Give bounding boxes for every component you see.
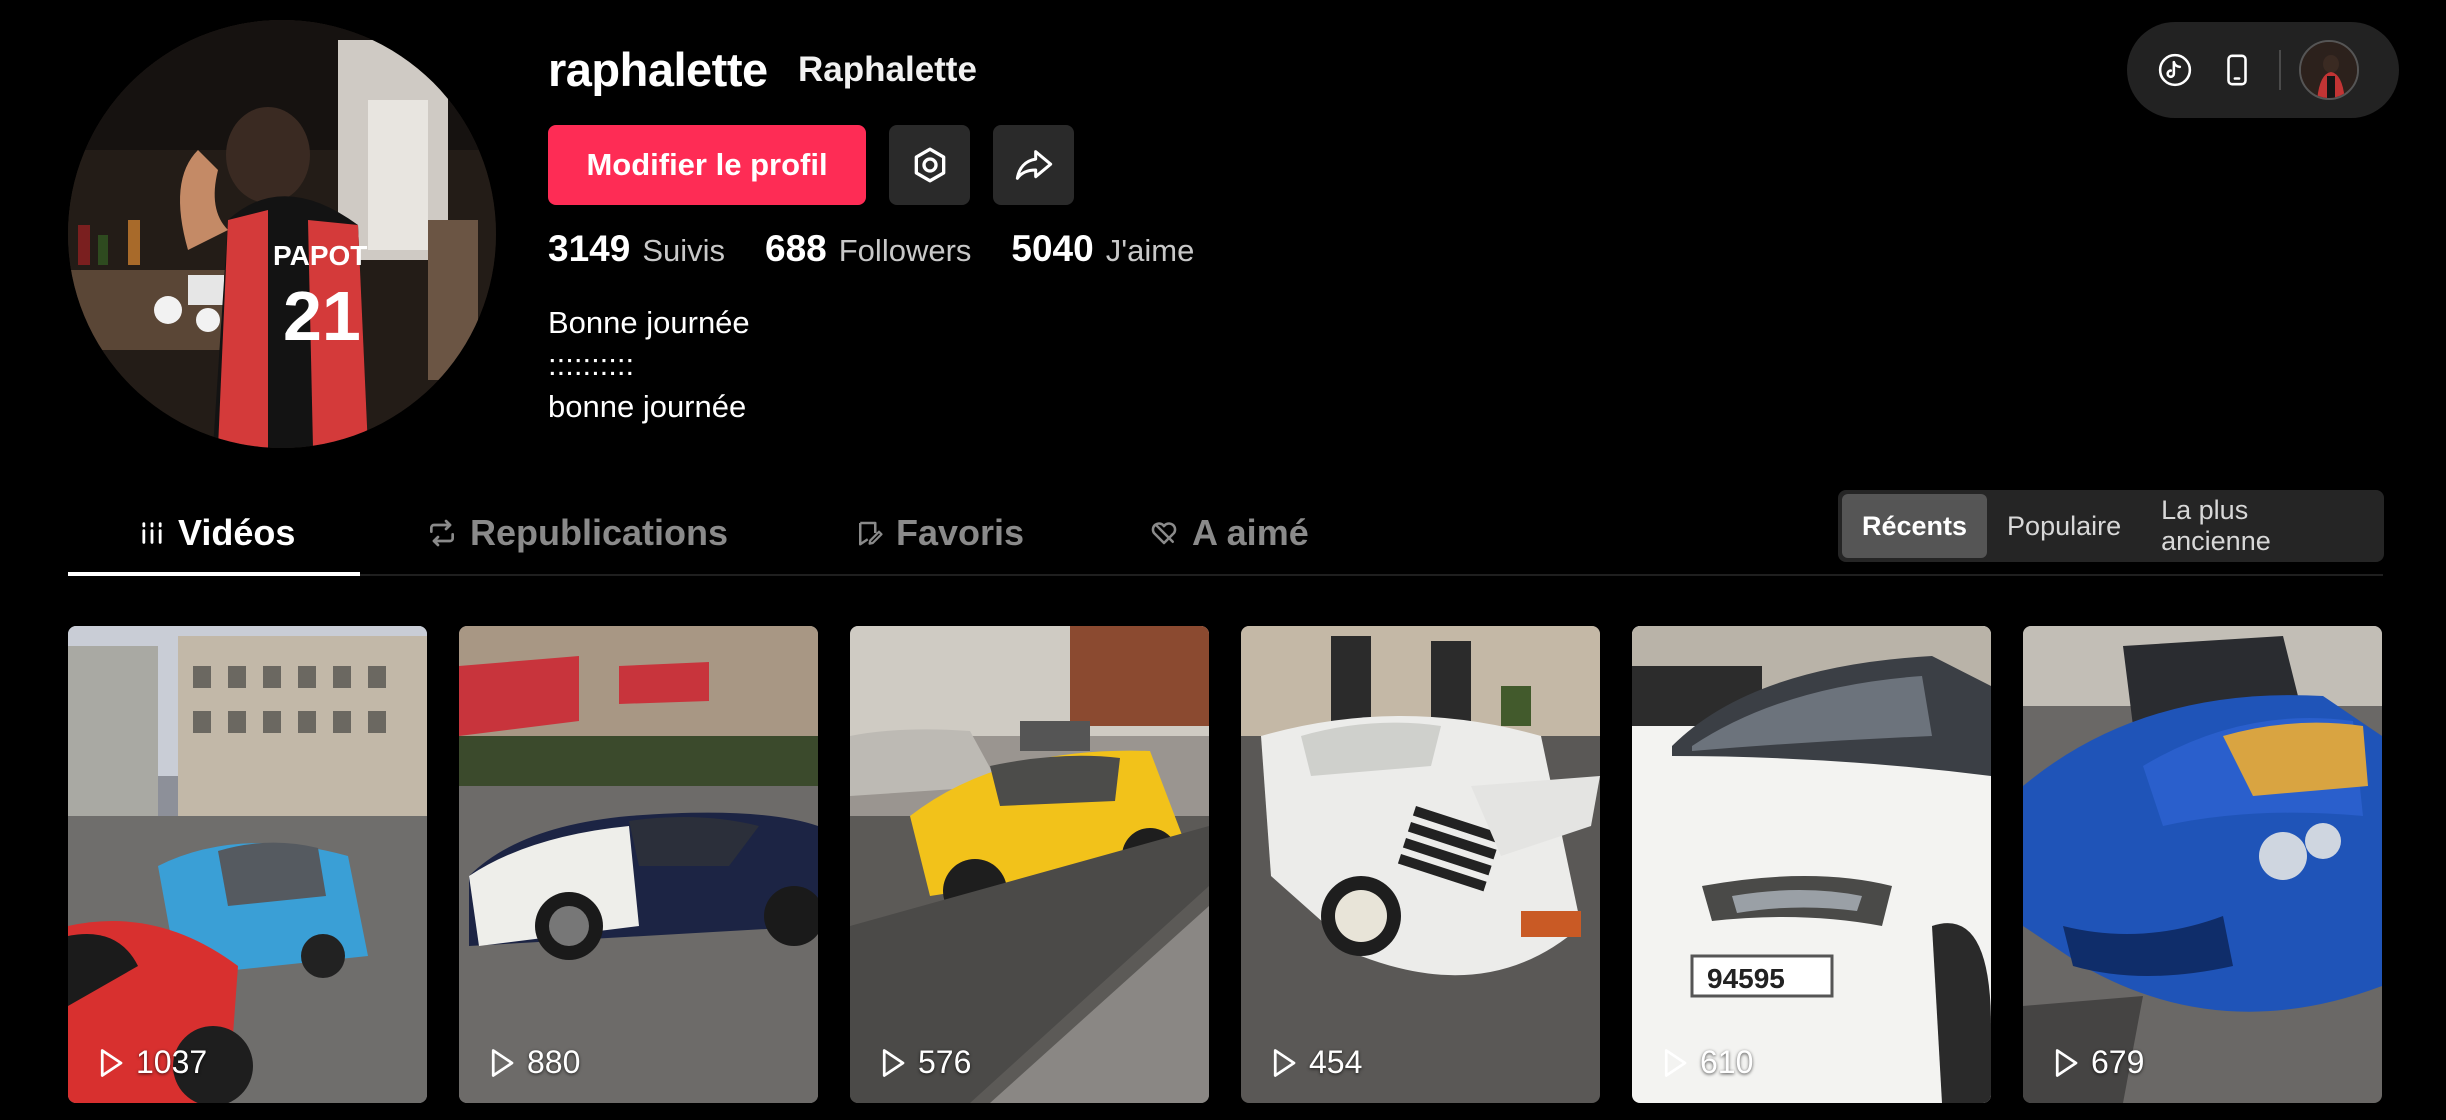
play-icon [98, 1048, 124, 1078]
play-icon [880, 1048, 906, 1078]
stat-value: 688 [765, 228, 827, 269]
video-thumbnail [68, 626, 427, 1103]
video-thumbnail: 94595 [1632, 626, 1991, 1103]
video-thumbnail [1241, 626, 1600, 1103]
tiktok-icon[interactable] [2151, 46, 2199, 94]
bio-line: bonne journée [548, 389, 747, 424]
gear-icon [914, 147, 945, 183]
grid-icon [138, 518, 166, 548]
tab-videos[interactable]: Vidéos [138, 490, 295, 576]
top-right-controls [2127, 22, 2399, 118]
share-button[interactable] [993, 125, 1074, 205]
sort-oldest[interactable]: La plus ancienne [2141, 494, 2380, 558]
tab-liked[interactable]: A aimé [1148, 490, 1309, 576]
repost-icon [426, 517, 458, 549]
view-count-value: 610 [1700, 1044, 1754, 1080]
view-count: 576 [880, 1044, 971, 1081]
view-count: 1037 [98, 1044, 207, 1081]
stat-label: Followers [838, 233, 972, 268]
bio-line: :::::::::: [548, 347, 635, 382]
play-icon [1271, 1048, 1297, 1078]
view-count-value: 454 [1309, 1044, 1363, 1080]
stat-value: 5040 [1011, 228, 1094, 269]
stat-value: 3149 [548, 228, 631, 269]
view-count: 454 [1271, 1044, 1362, 1081]
tab-reposts[interactable]: Republications [426, 490, 728, 576]
stat-followers[interactable]: 688 Followers [765, 228, 971, 270]
profile-bio: Bonne journée :::::::::: bonne journée [548, 302, 750, 428]
play-icon [2053, 1048, 2079, 1078]
view-count-value: 576 [918, 1044, 972, 1080]
profile-avatar[interactable]: 21 PAPOT [68, 20, 496, 448]
tab-favorites[interactable]: Favoris [854, 490, 1024, 576]
view-count-value: 880 [527, 1044, 581, 1080]
username: raphalette [548, 43, 768, 96]
video-card[interactable]: 679 [2023, 626, 2382, 1103]
share-icon [1015, 150, 1052, 180]
bookmark-icon [854, 518, 884, 548]
view-count: 679 [2053, 1044, 2144, 1081]
profile-page: 21 PAPOT raphalette Raphalette Modifier … [0, 0, 2446, 1120]
tab-label: A aimé [1192, 512, 1309, 553]
view-count-value: 679 [2091, 1044, 2145, 1080]
tab-label: Favoris [896, 512, 1025, 553]
stat-likes: 5040 J'aime [1011, 228, 1194, 270]
video-card[interactable]: 880 [459, 626, 818, 1103]
edit-profile-button[interactable]: Modifier le profil [548, 125, 866, 205]
view-count-value: 1037 [136, 1044, 208, 1080]
video-card[interactable]: 576 [850, 626, 1209, 1103]
video-card[interactable]: 1037 [68, 626, 427, 1103]
video-thumbnail [2023, 626, 2382, 1103]
profile-stats: 3149 Suivis 688 Followers 5040 J'aime [548, 228, 1234, 270]
play-icon [1662, 1048, 1688, 1078]
sort-recent[interactable]: Récents [1842, 494, 1988, 558]
video-thumbnail [459, 626, 818, 1103]
sort-popular[interactable]: Populaire [1987, 494, 2141, 558]
stat-label: J'aime [1105, 233, 1195, 268]
divider [2279, 50, 2281, 90]
video-card[interactable]: 454 [1241, 626, 1600, 1103]
display-name: Raphalette [798, 50, 977, 89]
play-icon [489, 1048, 515, 1078]
account-avatar-image [2301, 42, 2357, 98]
sort-control: Récents Populaire La plus ancienne [1838, 490, 2384, 562]
svg-text:21: 21 [283, 277, 361, 355]
video-card[interactable]: 94595 610 [1632, 626, 1991, 1103]
view-count: 880 [489, 1044, 580, 1081]
bio-line: Bonne journée [548, 305, 750, 340]
settings-button[interactable] [889, 125, 970, 205]
tab-label: Republications [470, 512, 729, 553]
svg-text:PAPOT: PAPOT [273, 240, 367, 271]
active-tab-indicator [68, 572, 360, 576]
view-count: 610 [1662, 1044, 1753, 1081]
stat-label: Suivis [642, 233, 726, 268]
avatar-photo: 21 PAPOT [68, 20, 496, 448]
heart-icon [1148, 518, 1180, 548]
account-avatar[interactable] [2299, 40, 2359, 100]
svg-text:94595: 94595 [1707, 963, 1785, 994]
tab-label: Vidéos [178, 512, 296, 553]
video-thumbnail [850, 626, 1209, 1103]
phone-icon[interactable] [2213, 46, 2261, 94]
stat-following[interactable]: 3149 Suivis [548, 228, 725, 270]
